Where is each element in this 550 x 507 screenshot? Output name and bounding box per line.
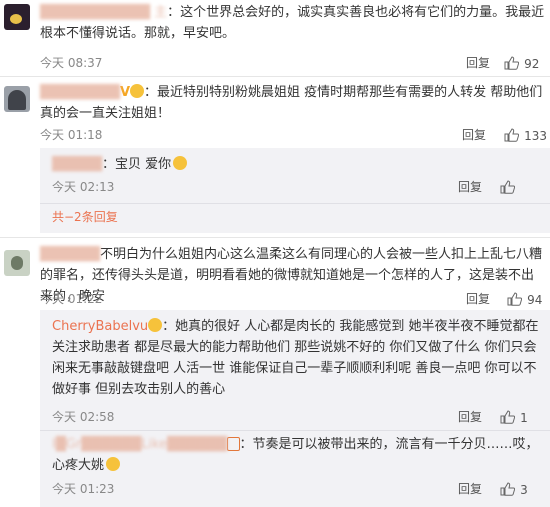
emoji-icon: [173, 156, 188, 170]
reply-time: 今天 02:58: [52, 410, 115, 424]
reply-divider: [40, 203, 550, 204]
comment-time: 今天 01:22: [40, 292, 103, 306]
like-count: 3: [520, 483, 528, 497]
reply-body: █████：宝贝 爱你: [52, 154, 542, 175]
avatar[interactable]: [4, 4, 30, 30]
reply-button[interactable]: 回复: [466, 54, 490, 71]
emoji-icon: [148, 318, 163, 332]
like-count: 133: [524, 129, 547, 143]
reply-button[interactable]: 回复: [458, 178, 482, 195]
avatar[interactable]: [4, 86, 30, 112]
reply-time: 今天 02:13: [52, 180, 115, 194]
username[interactable]: I█Gr██████Like██████: [52, 437, 227, 452]
thumbs-up-icon: [504, 55, 520, 70]
reply-divider: [40, 430, 550, 431]
v-badge-icon: V: [119, 85, 131, 100]
username[interactable]: CherryBabelvu: [52, 319, 148, 334]
emoji-icon: [130, 84, 145, 98]
thumbs-up-icon: [500, 481, 516, 496]
like-button[interactable]: 94: [507, 289, 542, 308]
level-badge: [227, 437, 240, 451]
reply-body: I█Gr██████Like██████ ：节奏是可以被带出来的，流言有一千分贝…: [52, 434, 542, 476]
reply-button[interactable]: 回复: [458, 480, 482, 497]
reply-button[interactable]: 回复: [458, 408, 482, 425]
reply-button[interactable]: 回复: [462, 126, 486, 143]
divider: [0, 237, 550, 238]
username[interactable]: ███████████ 主: [40, 5, 167, 20]
comment-body: ███████████ 主：这个世界总会好的，诚实真实善良也必将有它们的力量。我…: [40, 2, 545, 44]
thumbs-up-icon: [500, 179, 516, 194]
avatar[interactable]: [4, 250, 30, 276]
reply-text: ：宝贝 爱你: [102, 157, 172, 172]
like-button[interactable]: 133: [504, 125, 547, 144]
thumbs-up-icon: [504, 127, 520, 142]
thumbs-up-icon: [500, 409, 516, 424]
like-button[interactable]: [500, 177, 516, 196]
more-replies-link[interactable]: 共−2条回复: [52, 208, 118, 225]
like-button[interactable]: 3: [500, 479, 528, 498]
comment-time: 今天 08:37: [40, 56, 103, 70]
reply-thread: CherryBabelvu ：她真的很好 人心都是肉长的 我能感觉到 她半夜半夜不…: [40, 310, 550, 507]
reply-thread: █████：宝贝 爱你 今天 02:13 回复 共−2条回复: [40, 148, 550, 233]
emoji-icon: [106, 457, 121, 471]
reply-time: 今天 01:23: [52, 482, 115, 496]
like-count: 1: [520, 411, 528, 425]
like-button[interactable]: 1: [500, 407, 528, 426]
username[interactable]: ██████: [40, 247, 100, 262]
reply-button[interactable]: 回复: [466, 290, 490, 307]
like-count: 92: [524, 57, 540, 71]
reply-body: CherryBabelvu ：她真的很好 人心都是肉长的 我能感觉到 她半夜半夜不…: [52, 316, 542, 400]
like-count: 94: [527, 293, 543, 307]
comment-body: ████████V ：最近特别特别粉姚晨姐姐 疫情时期帮那些有需要的人转发 帮助他…: [40, 82, 545, 124]
comment-time: 今天 01:18: [40, 128, 103, 142]
thumbs-up-icon: [507, 291, 523, 306]
username[interactable]: ████████: [40, 85, 120, 100]
username[interactable]: █████: [52, 157, 102, 172]
divider: [0, 76, 550, 77]
like-button[interactable]: 92: [504, 53, 539, 72]
